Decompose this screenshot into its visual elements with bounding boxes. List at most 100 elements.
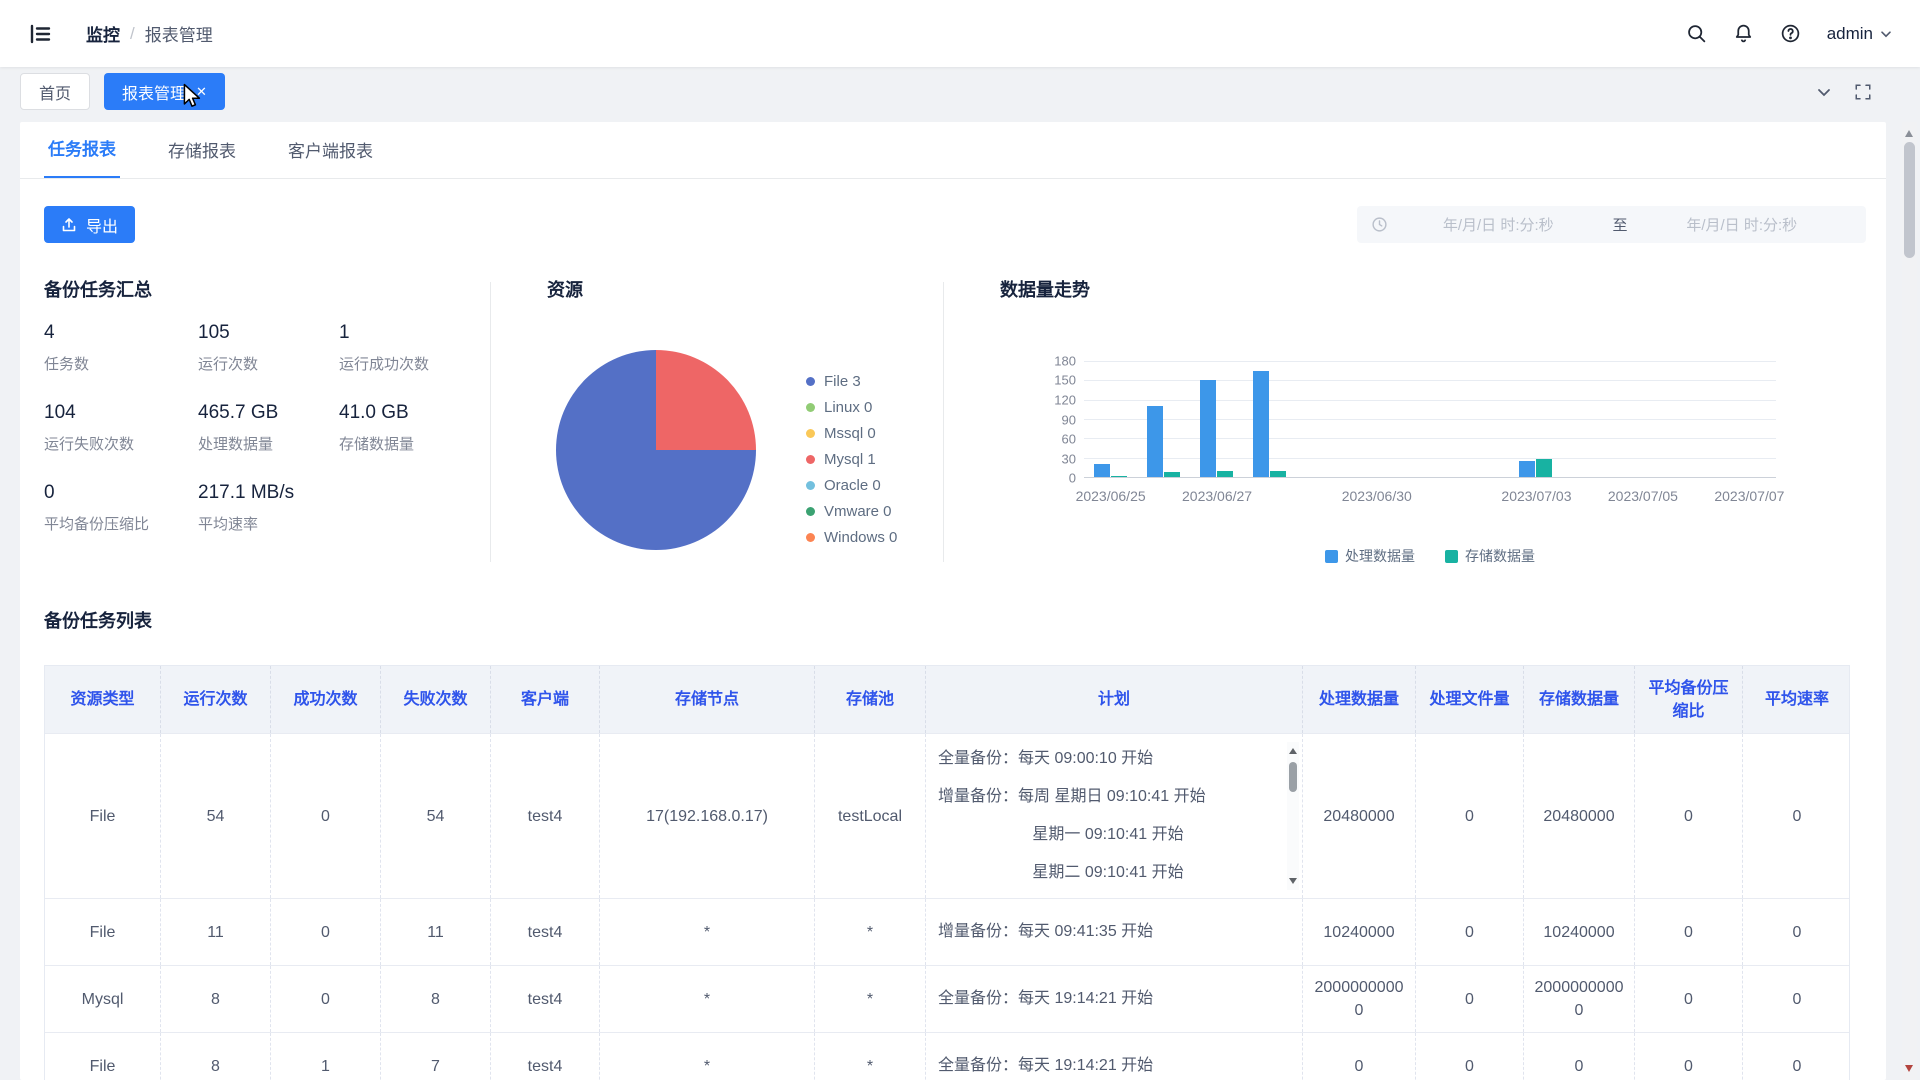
legend-dot-icon bbox=[806, 429, 815, 438]
tab-task-report[interactable]: 任务报表 bbox=[44, 135, 120, 178]
stat-value: 105 bbox=[198, 322, 339, 344]
trend-y-axis: 0306090120150180 bbox=[1006, 361, 1076, 478]
search-icon[interactable] bbox=[1686, 23, 1707, 44]
scrollbar-thumb[interactable] bbox=[1289, 762, 1297, 792]
x-axis-tick: 2023/07/07 bbox=[1714, 488, 1784, 504]
chevron-down-icon bbox=[1880, 28, 1892, 40]
menu-toggle-icon[interactable] bbox=[28, 22, 52, 46]
fullscreen-icon[interactable] bbox=[1854, 83, 1872, 101]
table-cell: 17(192.168.0.17) bbox=[600, 734, 815, 898]
legend-dot-icon bbox=[806, 403, 815, 412]
pie-legend-item[interactable]: Vmware 0 bbox=[806, 498, 897, 524]
table-cell: 0 bbox=[1416, 966, 1524, 1032]
table-cell: 0 bbox=[1635, 1033, 1743, 1080]
trend-legend-item[interactable]: 处理数据量 bbox=[1325, 546, 1415, 566]
page-scrollbar[interactable] bbox=[1902, 122, 1917, 1080]
bell-icon[interactable] bbox=[1733, 23, 1754, 44]
close-icon[interactable]: ✕ bbox=[196, 85, 207, 98]
legend-dot-icon bbox=[806, 533, 815, 542]
scrollbar-down-arrow[interactable] bbox=[1905, 1065, 1913, 1076]
table-cell: 8 bbox=[161, 966, 271, 1032]
stat-value: 0 bbox=[44, 482, 198, 504]
table-cell: * bbox=[815, 899, 926, 965]
table-cell: * bbox=[815, 1033, 926, 1080]
gridline bbox=[1084, 458, 1776, 459]
y-axis-tick: 30 bbox=[1062, 451, 1076, 466]
stat-run-count: 105 运行次数 bbox=[198, 322, 339, 374]
table-cell: 0 bbox=[1743, 734, 1851, 898]
table-cell: 全量备份：每天 09:00:10 开始增量备份：每周 星期日 09:10:41 … bbox=[926, 734, 1303, 898]
stat-avg-ratio: 0 平均备份压缩比 bbox=[44, 482, 198, 534]
table-cell: 0 bbox=[1416, 899, 1524, 965]
pie-legend-item[interactable]: File 3 bbox=[806, 368, 897, 394]
table-cell: 0 bbox=[271, 734, 381, 898]
gridline bbox=[1084, 438, 1776, 439]
table-cell: 20480000 bbox=[1303, 734, 1416, 898]
tab-storage-report[interactable]: 存储报表 bbox=[164, 137, 240, 178]
plan-line: 全量备份：每天 09:00:10 开始 bbox=[938, 740, 1278, 778]
pie-legend-item[interactable]: Linux 0 bbox=[806, 394, 897, 420]
pie-legend: File 3 Linux 0Mssql 0 Mysql 1 Oracle 0 Vmwar… bbox=[806, 368, 897, 550]
stat-task-count: 4 任务数 bbox=[44, 322, 198, 374]
stat-label: 运行成功次数 bbox=[339, 353, 499, 374]
legend-label: Oracle 0 bbox=[824, 477, 881, 494]
stat-label: 运行次数 bbox=[198, 353, 339, 374]
plan-line: 全量备份：每天 19:14:21 开始 bbox=[938, 1047, 1278, 1080]
y-axis-tick: 0 bbox=[1069, 471, 1076, 486]
plan-line: 增量备份：每天 09:41:35 开始 bbox=[938, 913, 1278, 951]
table-cell: 20000000000 bbox=[1524, 966, 1635, 1032]
page-tabbar: 首页 报表管理 ✕ bbox=[0, 67, 1920, 116]
scrollbar-up-arrow[interactable] bbox=[1905, 126, 1913, 137]
table-row: File817test4**全量备份：每天 19:14:21 开始00000 bbox=[45, 1032, 1849, 1080]
tab-client-report[interactable]: 客户端报表 bbox=[284, 137, 377, 178]
column-header: 处理文件量 bbox=[1416, 666, 1524, 733]
breadcrumb-section[interactable]: 监控 bbox=[86, 21, 120, 46]
pie-legend-item[interactable]: Oracle 0 bbox=[806, 472, 897, 498]
legend-label: File 3 bbox=[824, 373, 861, 390]
legend-label: Windows 0 bbox=[824, 529, 897, 546]
tab-home[interactable]: 首页 bbox=[20, 73, 90, 110]
gridline bbox=[1084, 400, 1776, 401]
export-icon bbox=[61, 217, 77, 233]
x-axis-tick: 2023/07/03 bbox=[1501, 488, 1571, 504]
table-cell: 0 bbox=[1524, 1033, 1635, 1080]
chevron-down-icon[interactable] bbox=[1816, 84, 1832, 100]
gridline bbox=[1084, 380, 1776, 381]
stat-fail-count: 104 运行失败次数 bbox=[44, 402, 198, 454]
tab-report-label: 报表管理 bbox=[122, 80, 186, 104]
tabbar-controls bbox=[1816, 83, 1872, 101]
scrollbar-down-arrow[interactable] bbox=[1289, 878, 1297, 888]
scrollbar-thumb[interactable] bbox=[1904, 142, 1915, 258]
bar-存储数据量 bbox=[1217, 471, 1233, 477]
y-axis-tick: 120 bbox=[1054, 392, 1076, 407]
pie-legend-item[interactable]: Mysql 1 bbox=[806, 446, 897, 472]
date-start-input[interactable]: 年/月/日 时:分:秒 bbox=[1388, 214, 1609, 235]
export-button[interactable]: 导出 bbox=[44, 206, 135, 243]
table-cell: 20000000000 bbox=[1303, 966, 1416, 1032]
trend-plot bbox=[1084, 361, 1776, 478]
backup-task-table: 资源类型运行次数成功次数失败次数客户端存储节点存储池计划处理数据量处理文件量存储… bbox=[44, 665, 1850, 1080]
scrollbar-up-arrow[interactable] bbox=[1289, 744, 1297, 754]
stat-success-count: 1 运行成功次数 bbox=[339, 322, 499, 374]
x-axis-tick: 2023/06/30 bbox=[1342, 488, 1412, 504]
summary-title: 备份任务汇总 bbox=[44, 276, 152, 302]
tab-report-management[interactable]: 报表管理 ✕ bbox=[104, 73, 225, 110]
plan-cell-scrollbar[interactable] bbox=[1287, 742, 1299, 890]
table-cell: 11 bbox=[381, 899, 491, 965]
help-icon[interactable] bbox=[1780, 23, 1801, 44]
date-end-input[interactable]: 年/月/日 时:分:秒 bbox=[1632, 214, 1853, 235]
trend-legend-item[interactable]: 存储数据量 bbox=[1445, 546, 1535, 566]
stat-value: 104 bbox=[44, 402, 198, 424]
user-menu[interactable]: admin bbox=[1827, 24, 1892, 44]
tab-home-label: 首页 bbox=[39, 80, 71, 104]
column-header: 存储池 bbox=[815, 666, 926, 733]
pie-legend-item[interactable]: Windows 0 bbox=[806, 524, 897, 550]
stat-avg-speed: 217.1 MB/s 平均速率 bbox=[198, 482, 339, 534]
pie-legend-item[interactable]: Mssql 0 bbox=[806, 420, 897, 446]
legend-label: Mysql 1 bbox=[824, 451, 876, 468]
table-cell: test4 bbox=[491, 1033, 600, 1080]
breadcrumb-separator: / bbox=[130, 24, 135, 44]
stat-value: 465.7 GB bbox=[198, 402, 339, 424]
date-range-picker[interactable]: 年/月/日 时:分:秒 至 年/月/日 时:分:秒 bbox=[1357, 206, 1866, 243]
table-cell: 0 bbox=[271, 966, 381, 1032]
